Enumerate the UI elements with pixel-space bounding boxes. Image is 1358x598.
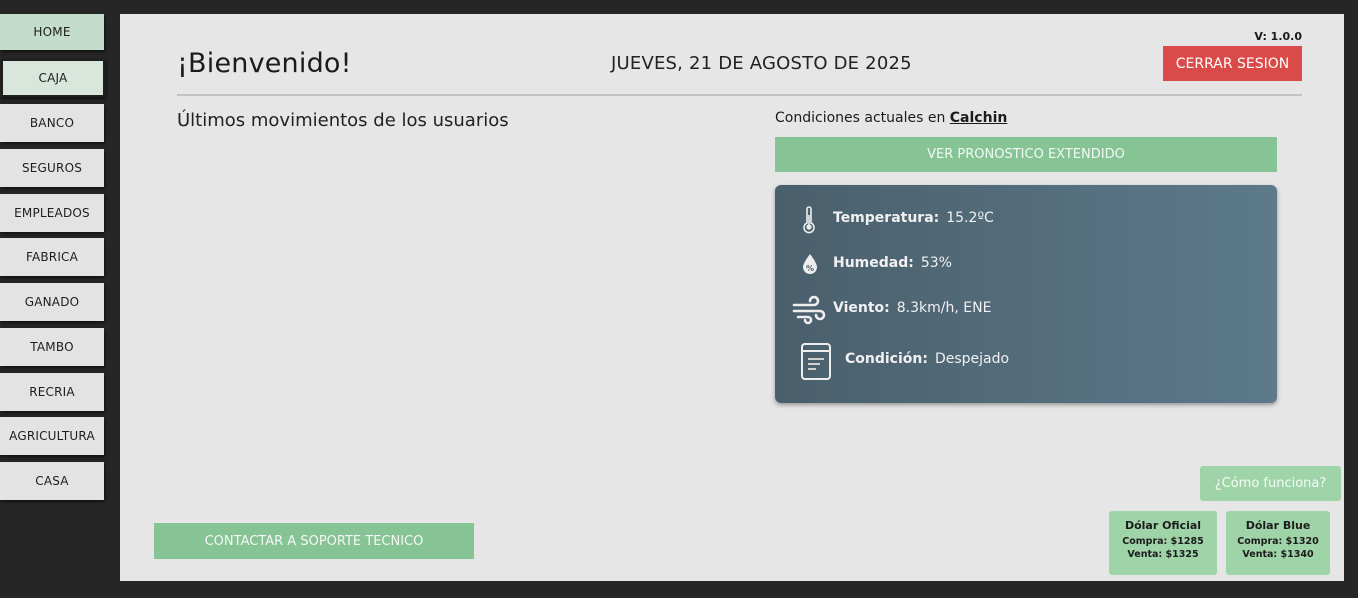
wind-value: 8.3km/h, ENE	[896, 300, 992, 316]
sidebar-item-banco[interactable]: BANCO	[0, 104, 104, 142]
temperature-row: Temperatura: 15.2ºC	[833, 210, 994, 226]
how-it-works-button[interactable]: ¿Cómo funciona?	[1200, 466, 1341, 501]
dollar-oficial-buy: Compra: $1285	[1122, 536, 1204, 547]
dollar-blue-sell: Venta: $1340	[1242, 549, 1314, 560]
humidity-label: Humedad:	[833, 255, 914, 271]
dollar-blue-buy: Compra: $1320	[1237, 536, 1319, 547]
dollar-blue-card: Dólar Blue Compra: $1320 Venta: $1340	[1226, 511, 1330, 575]
sidebar-item-casa[interactable]: CASA	[0, 462, 104, 500]
notepad-icon	[800, 341, 832, 381]
sidebar-item-home[interactable]: HOME	[0, 14, 104, 50]
weather-title: Condiciones actuales en Calchin	[775, 110, 1007, 126]
humidity-row: Humedad: 53%	[833, 255, 952, 271]
current-date: JUEVES, 21 DE AGOSTO DE 2025	[611, 53, 912, 74]
wind-row: Viento: 8.3km/h, ENE	[833, 300, 991, 316]
movements-title: Últimos movimientos de los usuarios	[177, 110, 509, 131]
svg-text:%: %	[806, 264, 814, 273]
header-divider	[177, 94, 1302, 96]
version-label: V: 1.0.0	[1254, 30, 1302, 43]
sidebar-item-tambo[interactable]: TAMBO	[0, 328, 104, 366]
sidebar-item-agricultura[interactable]: AGRICULTURA	[0, 417, 104, 455]
temperature-value: 15.2ºC	[946, 210, 994, 226]
dollar-oficial-title: Dólar Oficial	[1124, 519, 1202, 532]
temperature-label: Temperatura:	[833, 210, 940, 226]
weather-city-link[interactable]: Calchin	[950, 110, 1008, 126]
dollar-blue-title: Dólar Blue	[1245, 519, 1311, 532]
sidebar-item-recria[interactable]: RECRIA	[0, 373, 104, 411]
humidity-value: 53%	[920, 255, 952, 271]
condition-label: Condición:	[845, 351, 928, 367]
page-title: ¡Bienvenido!	[177, 48, 352, 79]
condition-value: Despejado	[934, 351, 1010, 367]
contact-support-button[interactable]: CONTACTAR A SOPORTE TECNICO	[154, 523, 474, 559]
logout-button[interactable]: CERRAR SESION	[1163, 46, 1302, 81]
sidebar-item-caja[interactable]: CAJA	[1, 59, 105, 97]
humidity-drop-icon: %	[801, 252, 819, 276]
sidebar-item-empleados[interactable]: EMPLEADOS	[0, 194, 104, 232]
sidebar-item-seguros[interactable]: SEGUROS	[0, 149, 104, 187]
weather-title-prefix: Condiciones actuales en	[775, 110, 946, 126]
thermometer-icon	[801, 206, 817, 234]
sidebar-item-fabrica[interactable]: FABRICA	[0, 238, 104, 276]
wind-icon	[792, 295, 826, 325]
sidebar-item-ganado[interactable]: GANADO	[0, 283, 104, 321]
main-panel: ¡Bienvenido! JUEVES, 21 DE AGOSTO DE 202…	[120, 14, 1344, 581]
wind-label: Viento:	[833, 300, 890, 316]
dollar-oficial-card: Dólar Oficial Compra: $1285 Venta: $1325	[1109, 511, 1217, 575]
condition-row: Condición: Despejado	[845, 351, 1009, 367]
extended-forecast-button[interactable]: VER PRONOSTICO EXTENDIDO	[775, 137, 1277, 172]
dollar-oficial-sell: Venta: $1325	[1127, 549, 1199, 560]
weather-card: Temperatura: 15.2ºC % Humedad: 53% Vient…	[775, 185, 1277, 403]
